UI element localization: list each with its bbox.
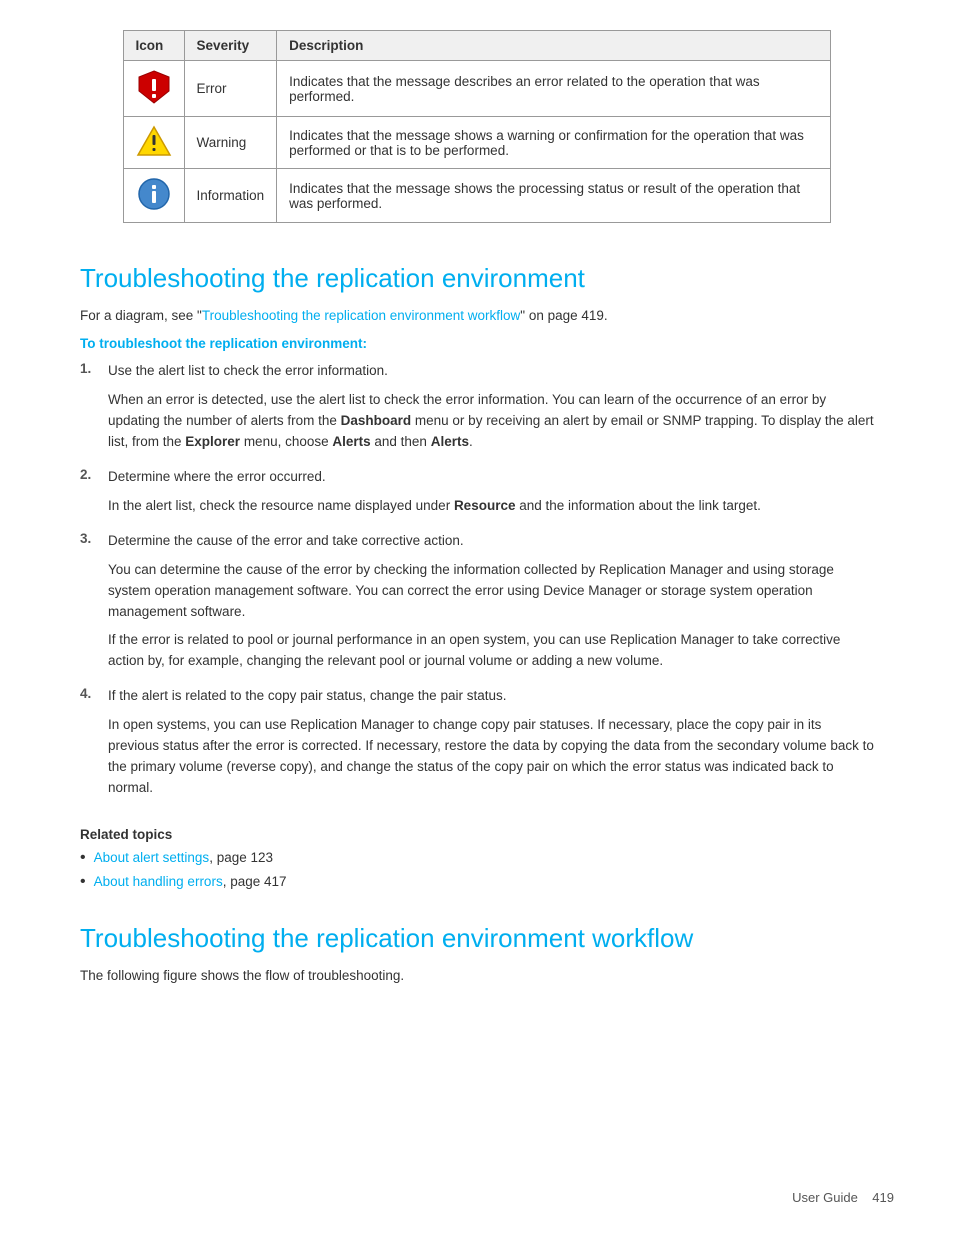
bold-dashboard: Dashboard bbox=[341, 413, 412, 428]
bold-alerts-1: Alerts bbox=[332, 434, 370, 449]
step-1: 1. Use the alert list to check the error… bbox=[80, 361, 874, 461]
footer-page: 419 bbox=[872, 1190, 894, 1205]
page-footer: User Guide 419 bbox=[792, 1190, 894, 1205]
bullet-dot-2: • bbox=[80, 872, 86, 893]
table-row: Warning Indicates that the message shows… bbox=[123, 117, 831, 169]
info-severity: Information bbox=[184, 169, 277, 223]
step-2-detail: In the alert list, check the resource na… bbox=[108, 496, 874, 517]
bold-resource: Resource bbox=[454, 498, 516, 513]
related-link-alert-settings[interactable]: About alert settings bbox=[94, 850, 210, 865]
related-topic-item-1: • About alert settings, page 123 bbox=[80, 848, 874, 869]
bullet-dot-1: • bbox=[80, 848, 86, 869]
workflow-intro: The following figure shows the flow of t… bbox=[80, 966, 874, 986]
footer-label: User Guide bbox=[792, 1190, 858, 1205]
table-row: Information Indicates that the message s… bbox=[123, 169, 831, 223]
step-3-detail-1: You can determine the cause of the error… bbox=[108, 560, 874, 623]
related-page-1: , page 123 bbox=[209, 850, 273, 865]
table-header-icon: Icon bbox=[123, 31, 184, 61]
error-description: Indicates that the message describes an … bbox=[277, 61, 831, 117]
section-troubleshooting: Troubleshooting the replication environm… bbox=[60, 263, 894, 986]
step-3-main: Determine the cause of the error and tak… bbox=[108, 531, 874, 552]
step-number-2: 2. bbox=[80, 467, 104, 482]
table-header-description: Description bbox=[277, 31, 831, 61]
step-2-main: Determine where the error occurred. bbox=[108, 467, 874, 488]
step-number-3: 3. bbox=[80, 531, 104, 546]
step-4-main: If the alert is related to the copy pair… bbox=[108, 686, 874, 707]
bold-explorer: Explorer bbox=[185, 434, 240, 449]
step-1-content: Use the alert list to check the error in… bbox=[108, 361, 874, 461]
step-4-detail: In open systems, you can use Replication… bbox=[108, 715, 874, 799]
step-number-4: 4. bbox=[80, 686, 104, 701]
info-icon bbox=[137, 177, 171, 211]
related-topic-item-2: • About handling errors, page 417 bbox=[80, 872, 874, 893]
step-3-content: Determine the cause of the error and tak… bbox=[108, 531, 874, 681]
severity-table: Icon Severity Description Error Indicate… bbox=[123, 30, 832, 223]
warning-description: Indicates that the message shows a warni… bbox=[277, 117, 831, 169]
step-3: 3. Determine the cause of the error and … bbox=[80, 531, 874, 681]
info-description: Indicates that the message shows the pro… bbox=[277, 169, 831, 223]
warning-icon-cell bbox=[123, 117, 184, 169]
step-4-content: If the alert is related to the copy pair… bbox=[108, 686, 874, 807]
error-severity: Error bbox=[184, 61, 277, 117]
error-icon-cell bbox=[123, 61, 184, 117]
related-topics: Related topics • About alert settings, p… bbox=[80, 827, 874, 893]
intro-paragraph: For a diagram, see "Troubleshooting the … bbox=[80, 306, 874, 326]
step-3-detail-2: If the error is related to pool or journ… bbox=[108, 630, 874, 672]
bold-alerts-2: Alerts bbox=[431, 434, 469, 449]
related-topics-title: Related topics bbox=[80, 827, 874, 842]
related-topics-list: • About alert settings, page 123 • About… bbox=[80, 848, 874, 893]
related-page-2: , page 417 bbox=[223, 874, 287, 889]
step-2-content: Determine where the error occurred. In t… bbox=[108, 467, 874, 525]
section-title-workflow: Troubleshooting the replication environm… bbox=[80, 923, 874, 954]
step-1-main: Use the alert list to check the error in… bbox=[108, 361, 874, 382]
step-number-1: 1. bbox=[80, 361, 104, 376]
table-row: Error Indicates that the message describ… bbox=[123, 61, 831, 117]
step-2: 2. Determine where the error occurred. I… bbox=[80, 467, 874, 525]
warning-severity: Warning bbox=[184, 117, 277, 169]
related-link-handling-errors[interactable]: About handling errors bbox=[94, 874, 223, 889]
info-icon-cell bbox=[123, 169, 184, 223]
steps-list: 1. Use the alert list to check the error… bbox=[80, 361, 874, 807]
section-title-troubleshooting: Troubleshooting the replication environm… bbox=[80, 263, 874, 294]
intro-link[interactable]: Troubleshooting the replication environm… bbox=[202, 308, 520, 323]
related-topic-text-2: About handling errors, page 417 bbox=[94, 872, 287, 892]
intro-page-ref: on page 419. bbox=[529, 308, 608, 323]
troubleshoot-subtitle: To troubleshoot the replication environm… bbox=[80, 336, 874, 351]
related-topic-text-1: About alert settings, page 123 bbox=[94, 848, 273, 868]
error-icon bbox=[137, 69, 171, 105]
step-1-detail: When an error is detected, use the alert… bbox=[108, 390, 874, 453]
table-header-severity: Severity bbox=[184, 31, 277, 61]
warning-icon bbox=[136, 125, 172, 157]
step-4: 4. If the alert is related to the copy p… bbox=[80, 686, 874, 807]
